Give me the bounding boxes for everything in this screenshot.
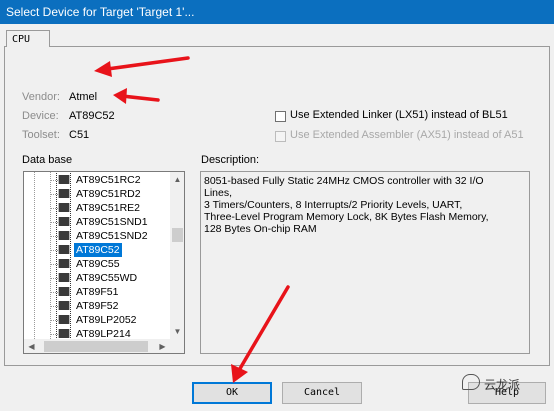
toolset-label: Toolset:	[22, 129, 60, 141]
extended-linker-checkbox[interactable]	[275, 111, 286, 122]
tree-item-label: AT89C51SND1	[76, 216, 148, 228]
ok-button[interactable]: OK	[192, 382, 272, 404]
tree-vertical-scrollbar[interactable]: ▲ ▼	[170, 172, 184, 339]
chip-icon	[56, 215, 71, 228]
tree-item-label: AT89C51RD2	[76, 188, 141, 200]
cancel-button[interactable]: Cancel	[282, 382, 362, 404]
vendor-value: Atmel	[69, 91, 98, 103]
extended-assembler-checkbox[interactable]	[275, 131, 286, 142]
window-titlebar: Select Device for Target 'Target 1'...	[0, 0, 554, 24]
toolset-value: C51	[69, 129, 90, 141]
tree-item[interactable]: AT89C55	[24, 257, 170, 271]
dialog-body: CPU Vendor: Atmel Device: AT89C52 Toolse…	[0, 24, 554, 411]
scroll-up-arrow-icon[interactable]: ▲	[170, 172, 184, 187]
tree-item-label: AT89C55	[76, 258, 120, 270]
chip-icon	[56, 327, 71, 340]
chip-icon	[56, 201, 71, 214]
tree-horizontal-scroll-thumb[interactable]	[44, 341, 148, 352]
device-value: AT89C52	[69, 110, 115, 122]
tree-item[interactable]: AT89C51SND1	[24, 215, 170, 229]
description-label: Description:	[201, 154, 260, 166]
tree-item-label: AT89LP2052	[76, 314, 137, 326]
extended-linker-label: Use Extended Linker (LX51) instead of BL…	[290, 109, 508, 121]
tree-item[interactable]: AT89C51RC2	[24, 173, 170, 187]
chip-icon	[56, 313, 71, 326]
tree-item-label: AT89C51SND2	[76, 230, 148, 242]
chip-icon	[56, 285, 71, 298]
tree-item-label: AT89C51RC2	[76, 174, 141, 186]
device-label: Device:	[22, 110, 59, 122]
chip-icon	[56, 229, 71, 242]
watermark-wechat-icon	[462, 374, 480, 390]
description-text: 8051-based Fully Static 24MHz CMOS contr…	[204, 175, 489, 235]
scroll-down-arrow-icon[interactable]: ▼	[170, 324, 184, 339]
scroll-corner	[170, 339, 184, 353]
chip-icon	[56, 271, 71, 284]
tree-item-label: AT89F52	[76, 300, 119, 312]
chip-icon	[56, 299, 71, 312]
tree-item[interactable]: AT89C51RE2	[24, 201, 170, 215]
tree-item-label: AT89C55WD	[76, 272, 138, 284]
description-vertical-scrollbar[interactable]	[514, 172, 529, 353]
tree-horizontal-scrollbar[interactable]: ◀ ▶	[24, 339, 170, 353]
tree-item-label: AT89F51	[76, 286, 119, 298]
description-box: 8051-based Fully Static 24MHz CMOS contr…	[200, 171, 530, 354]
extended-assembler-label: Use Extended Assembler (AX51) instead of…	[290, 129, 524, 141]
watermark-text: 云龙派	[484, 378, 521, 392]
tab-cpu[interactable]: CPU	[6, 30, 50, 47]
database-label: Data base	[22, 154, 73, 166]
chip-icon	[56, 173, 71, 186]
chip-icon	[56, 187, 71, 200]
tree-item[interactable]: AT89C55WD	[24, 271, 170, 285]
tree-item[interactable]: AT89F51	[24, 285, 170, 299]
tree-item[interactable]: AT89LP2052	[24, 313, 170, 327]
scroll-right-arrow-icon[interactable]: ▶	[155, 339, 170, 353]
tree-item-label: AT89C52	[74, 243, 122, 257]
tree-item-label: AT89C51RE2	[76, 202, 141, 214]
device-database-tree[interactable]: AT89C51RC2 AT89C51RD2 AT89C51RE2 AT89C51SND…	[23, 171, 185, 354]
scroll-left-arrow-icon[interactable]: ◀	[24, 339, 39, 353]
tree-item[interactable]: AT89C51SND2	[24, 229, 170, 243]
tree-vertical-scroll-thumb[interactable]	[172, 228, 183, 242]
vendor-label: Vendor:	[22, 91, 60, 103]
chip-icon	[56, 257, 71, 270]
chip-icon	[56, 243, 71, 256]
window-title: Select Device for Target 'Target 1'...	[6, 5, 195, 19]
tree-item[interactable]: AT89C52	[24, 243, 170, 257]
tree-item[interactable]: AT89F52	[24, 299, 170, 313]
tree-item[interactable]: AT89C51RD2	[24, 187, 170, 201]
